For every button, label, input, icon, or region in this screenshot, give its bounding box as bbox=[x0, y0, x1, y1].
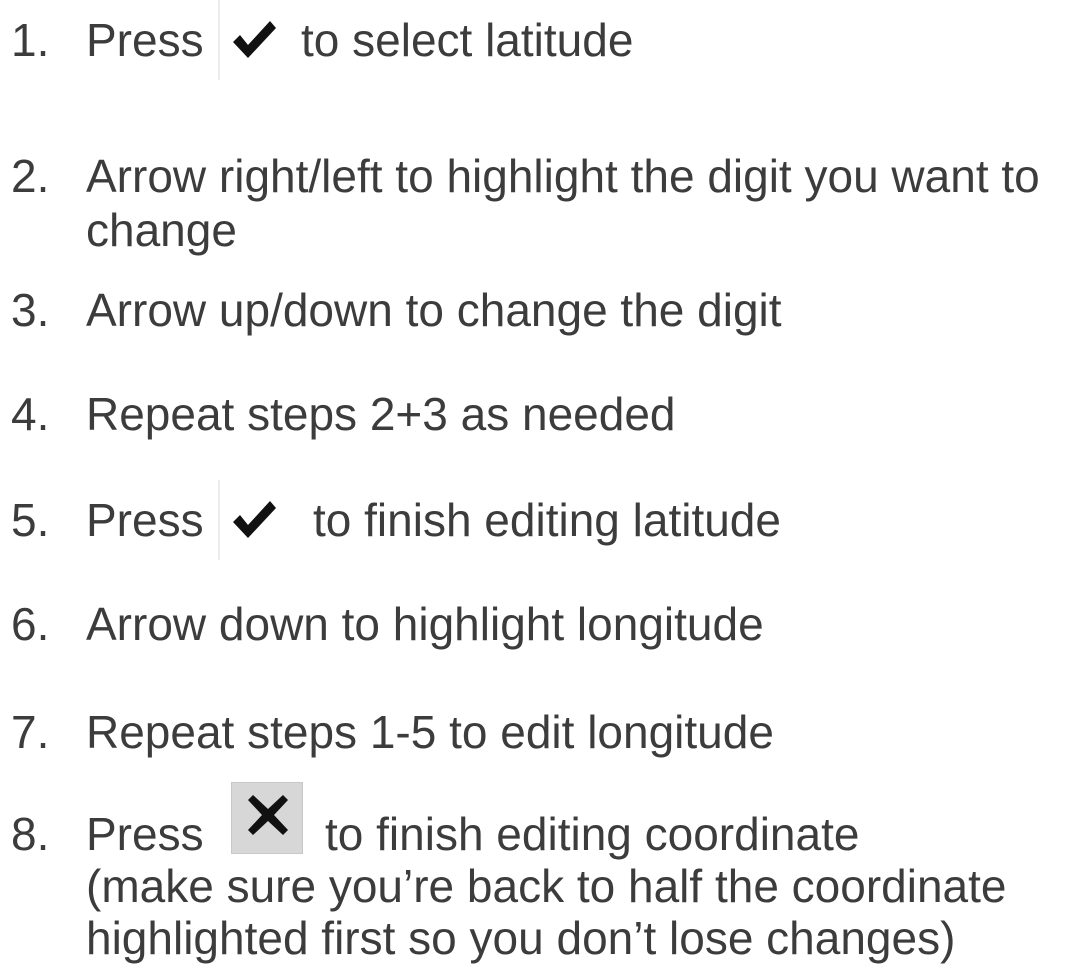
step-number: 8. bbox=[11, 808, 50, 860]
step-text-continued: highlighted first so you don’t lose chan… bbox=[86, 912, 956, 964]
step-number: 2. bbox=[11, 150, 50, 202]
check-icon bbox=[218, 480, 288, 560]
step-text: Press bbox=[86, 808, 204, 860]
step-text: to select latitude bbox=[301, 14, 634, 66]
step-text: Arrow down to highlight longitude bbox=[86, 598, 764, 650]
step-text: Arrow up/down to change the digit bbox=[86, 284, 782, 336]
step-number: 4. bbox=[11, 388, 50, 440]
step-text: Press bbox=[86, 14, 204, 66]
step-text: Press bbox=[86, 494, 204, 546]
step-number: 7. bbox=[11, 706, 50, 758]
step-text: to finish editing coordinate bbox=[325, 808, 860, 860]
step-text: Repeat steps 2+3 as needed bbox=[86, 388, 676, 440]
check-icon bbox=[218, 0, 288, 80]
step-text-continued: (make sure you’re back to half the coord… bbox=[86, 860, 1007, 912]
close-icon bbox=[231, 782, 303, 854]
step-number: 3. bbox=[11, 284, 50, 336]
step-number: 6. bbox=[11, 598, 50, 650]
step-text-continued: change bbox=[86, 204, 237, 256]
step-number: 1. bbox=[11, 14, 50, 66]
step-number: 5. bbox=[11, 494, 50, 546]
step-text: Arrow right/left to highlight the digit … bbox=[86, 150, 1040, 202]
step-text: to finish editing latitude bbox=[313, 494, 781, 546]
step-text: Repeat steps 1-5 to edit longitude bbox=[86, 706, 774, 758]
